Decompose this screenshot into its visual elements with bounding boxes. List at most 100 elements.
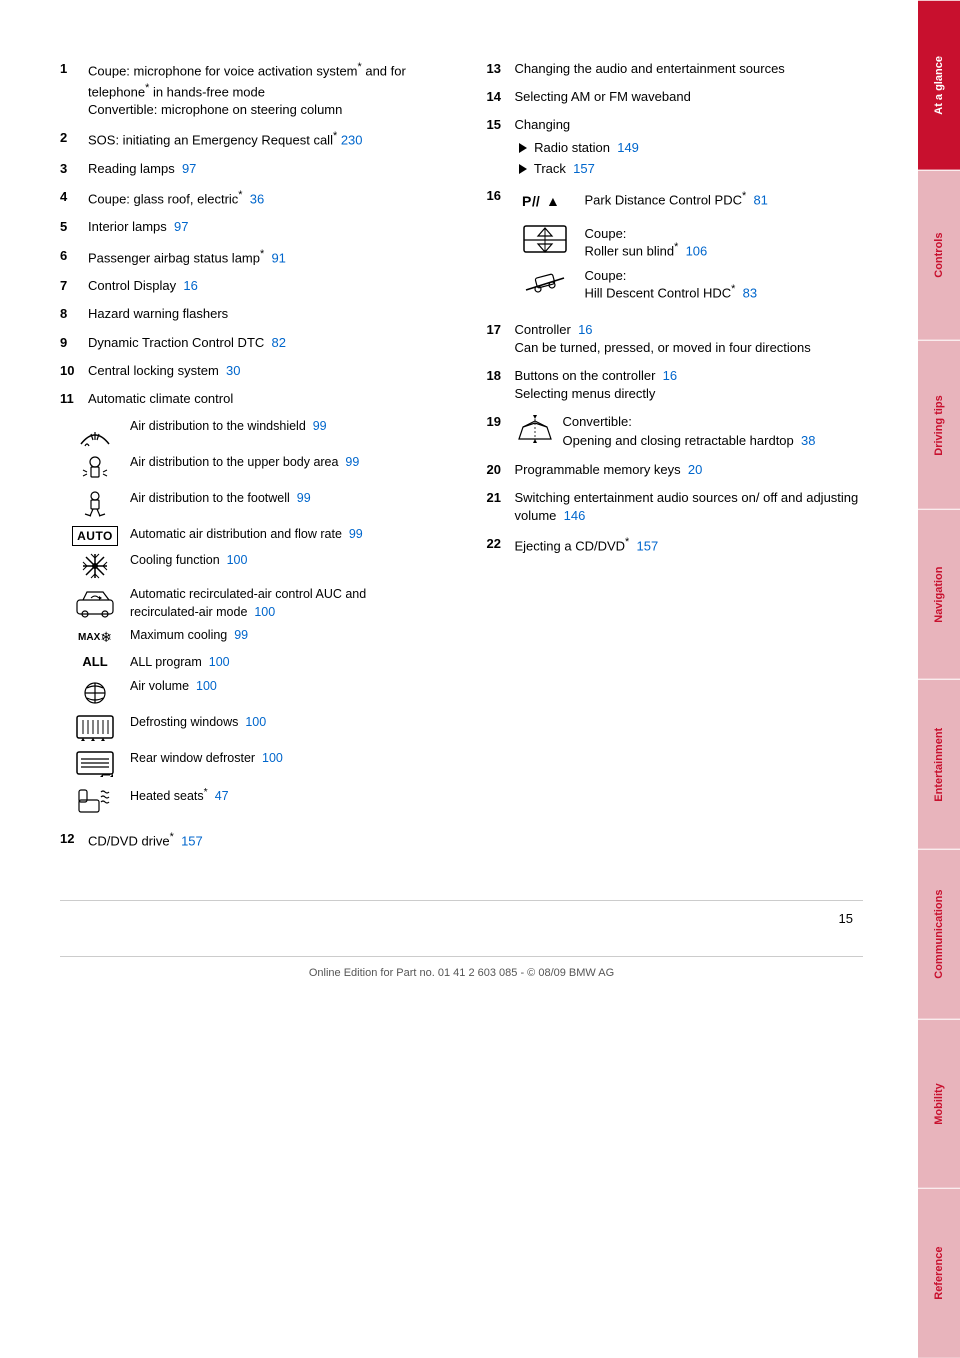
roller-text: Coupe:Roller sun blind* 106 bbox=[585, 224, 864, 258]
item-text-13: Changing the audio and entertainment sou… bbox=[515, 60, 864, 78]
link-21[interactable]: 146 bbox=[564, 508, 586, 523]
climate-subitem-heated-seat: Heated seats* 47 bbox=[60, 786, 437, 816]
list-item-6: 6 Passenger airbag status lamp* 91 bbox=[60, 247, 437, 268]
list-item-5: 5 Interior lamps 97 bbox=[60, 218, 437, 236]
climate-text-upper: Air distribution to the upper body area … bbox=[130, 454, 437, 472]
sidebar-tab-navigation[interactable]: Navigation bbox=[918, 509, 960, 679]
link-5[interactable]: 97 bbox=[174, 219, 188, 234]
link-2[interactable]: 230 bbox=[341, 133, 363, 148]
climate-subitem-max: MAX ❄ Maximum cooling 99 bbox=[60, 627, 437, 648]
item-text-18: Buttons on the controller 16 Selecting m… bbox=[515, 367, 864, 403]
item-text-6: Passenger airbag status lamp* 91 bbox=[88, 247, 437, 268]
link-6[interactable]: 91 bbox=[271, 250, 285, 265]
link-20[interactable]: 20 bbox=[688, 462, 702, 477]
item-text-19: Convertible:Opening and closing retracta… bbox=[515, 413, 864, 450]
sidebar-tab-reference[interactable]: Reference bbox=[918, 1188, 960, 1358]
item-number-18: 18 bbox=[487, 367, 515, 403]
climate-subitem-rear-defrost: Rear window defroster 100 bbox=[60, 750, 437, 780]
item-number-7: 7 bbox=[60, 277, 88, 295]
snowflake-icon bbox=[70, 552, 120, 580]
climate-subitem-foot: Air distribution to the footwell 99 bbox=[60, 490, 437, 520]
list-item-12: 12 CD/DVD drive* 157 bbox=[60, 830, 437, 851]
svg-text://: // bbox=[532, 193, 540, 209]
link-18[interactable]: 16 bbox=[663, 368, 677, 383]
list-item-2: 2 SOS: initiating an Emergency Request c… bbox=[60, 129, 437, 150]
item-text-8: Hazard warning flashers bbox=[88, 305, 437, 323]
svg-text:▲: ▲ bbox=[546, 193, 560, 209]
item-text-7: Control Display 16 bbox=[88, 277, 437, 295]
item-text-4: Coupe: glass roof, electric* 36 bbox=[88, 188, 437, 209]
item-number-11: 11 bbox=[60, 390, 88, 408]
climate-text-cool: Cooling function 100 bbox=[130, 552, 437, 570]
link-15-track[interactable]: 157 bbox=[573, 161, 595, 176]
item-number-14: 14 bbox=[487, 88, 515, 106]
item-text-1: Coupe: microphone for voice activation s… bbox=[88, 60, 437, 119]
item-text-14: Selecting AM or FM waveband bbox=[515, 88, 864, 106]
list-item-17: 17 Controller 16 Can be turned, pressed,… bbox=[487, 321, 864, 357]
item-text-20: Programmable memory keys 20 bbox=[515, 461, 864, 479]
rear-defrost-icon bbox=[70, 750, 120, 780]
item-number-8: 8 bbox=[60, 305, 88, 323]
sidebar-tab-driving-tips[interactable]: Driving tips bbox=[918, 340, 960, 510]
link-9[interactable]: 82 bbox=[272, 335, 286, 350]
recirculate-icon bbox=[70, 586, 120, 618]
list-item-9: 9 Dynamic Traction Control DTC 82 bbox=[60, 334, 437, 352]
triangle-icon bbox=[519, 143, 527, 153]
climate-text-all: ALL program 100 bbox=[130, 654, 437, 672]
item-number-20: 20 bbox=[487, 461, 515, 479]
list-item-1: 1 Coupe: microphone for voice activation… bbox=[60, 60, 437, 119]
climate-text-foot: Air distribution to the footwell 99 bbox=[130, 490, 437, 508]
auto-icon: AUTO bbox=[70, 526, 120, 546]
sidebar-tab-communications[interactable]: Communications bbox=[918, 849, 960, 1019]
climate-subitem-auto: AUTO Automatic air distribution and flow… bbox=[60, 526, 437, 546]
list-item-13: 13 Changing the audio and entertainment … bbox=[487, 60, 864, 78]
item16-hdc-row: Coupe:Hill Descent Control HDC* 83 bbox=[515, 266, 864, 300]
link-17[interactable]: 16 bbox=[578, 322, 592, 337]
climate-text-heated-seat: Heated seats* 47 bbox=[130, 786, 437, 806]
list-item-4: 4 Coupe: glass roof, electric* 36 bbox=[60, 188, 437, 209]
sidebar-tab-at-a-glance[interactable]: At a glance bbox=[918, 0, 960, 170]
sidebar-tab-controls[interactable]: Controls bbox=[918, 170, 960, 340]
item-number-21: 21 bbox=[487, 489, 515, 525]
link-19[interactable]: 38 bbox=[801, 433, 815, 448]
item-number-6: 6 bbox=[60, 247, 88, 268]
hdc-text: Coupe:Hill Descent Control HDC* 83 bbox=[585, 266, 864, 300]
list-item-21: 21 Switching entertainment audio sources… bbox=[487, 489, 864, 525]
item-number-2: 2 bbox=[60, 129, 88, 150]
footer-text: Online Edition for Part no. 01 41 2 603 … bbox=[60, 956, 863, 979]
climate-subitem-all: ALL ALL program 100 bbox=[60, 654, 437, 672]
item-number-22: 22 bbox=[487, 535, 515, 556]
link-7[interactable]: 16 bbox=[183, 278, 197, 293]
item-number-12: 12 bbox=[60, 830, 88, 851]
item-text-17: Controller 16 Can be turned, pressed, or… bbox=[515, 321, 864, 357]
item-text-11: Automatic climate control bbox=[88, 390, 437, 408]
item-text-9: Dynamic Traction Control DTC 82 bbox=[88, 334, 437, 352]
list-item-8: 8 Hazard warning flashers bbox=[60, 305, 437, 323]
link-3[interactable]: 97 bbox=[182, 161, 196, 176]
climate-text-recirc: Automatic recirculated-air control AUC a… bbox=[130, 586, 437, 621]
all-icon: ALL bbox=[70, 654, 120, 669]
air-volume-icon bbox=[70, 678, 120, 708]
item-number-17: 17 bbox=[487, 321, 515, 357]
link-4[interactable]: 36 bbox=[250, 191, 264, 206]
item-text-21: Switching entertainment audio sources on… bbox=[515, 489, 864, 525]
climate-subitem-volume: Air volume 100 bbox=[60, 678, 437, 708]
item-number-15: 15 bbox=[487, 116, 515, 178]
pdc-icon: P // ▲ bbox=[515, 188, 575, 216]
roller-blind-icon bbox=[515, 224, 575, 254]
item-number-16: 16 bbox=[487, 188, 515, 203]
climate-subitem-defrost: Defrosting windows 100 bbox=[60, 714, 437, 744]
link-22[interactable]: 157 bbox=[637, 538, 659, 553]
sidebar-tab-entertainment[interactable]: Entertainment bbox=[918, 679, 960, 849]
pdc-text: Park Distance Control PDC* 81 bbox=[585, 188, 864, 207]
link-12[interactable]: 157 bbox=[181, 833, 203, 848]
item-number-9: 9 bbox=[60, 334, 88, 352]
link-10[interactable]: 30 bbox=[226, 363, 240, 378]
sidebar-tab-mobility[interactable]: Mobility bbox=[918, 1019, 960, 1189]
defrost-icon bbox=[70, 714, 120, 744]
list-item-10: 10 Central locking system 30 bbox=[60, 362, 437, 380]
wind-windshield-icon bbox=[70, 418, 120, 448]
list-item-19: 19 bbox=[487, 413, 864, 450]
link-15-radio[interactable]: 149 bbox=[617, 140, 639, 155]
convertible-icon bbox=[515, 413, 555, 450]
